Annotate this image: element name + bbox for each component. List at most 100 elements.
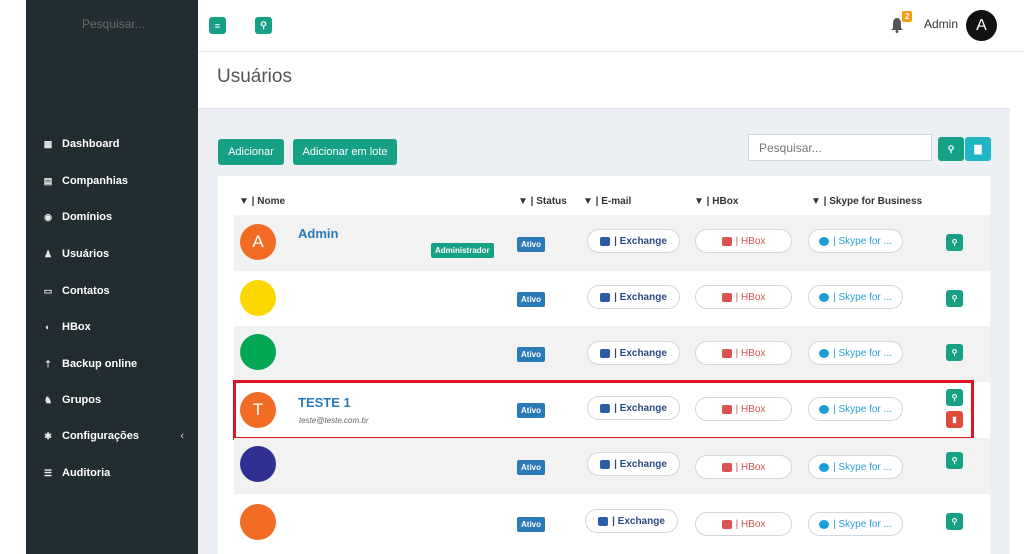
hbox-button[interactable]: | HBox xyxy=(695,512,792,536)
hbox-icon xyxy=(721,236,732,246)
hbox-icon xyxy=(721,292,732,302)
search-input[interactable]: Pesquisar... xyxy=(748,134,932,161)
exchange-icon xyxy=(600,292,611,302)
hbox-button[interactable]: | HBox xyxy=(695,455,792,479)
exchange-icon xyxy=(600,459,611,469)
sidebar-item-dashboard[interactable]: ▦ Dashboard xyxy=(26,132,198,156)
add-button[interactable]: Adicionar xyxy=(218,139,284,165)
skype-label: | Skype for ... xyxy=(833,461,892,473)
skype-label: | Skype for ... xyxy=(833,291,892,303)
upload-icon: ⇡ xyxy=(44,358,52,369)
bulk-add-button[interactable]: Adicionar em lote xyxy=(293,139,397,165)
search-icon: ⚲ xyxy=(951,294,958,303)
search-icon: ⚲ xyxy=(260,20,267,30)
filter-icon: ▼ | xyxy=(583,196,602,207)
user-avatar xyxy=(240,280,276,316)
search-button[interactable]: ⚲ xyxy=(938,137,964,161)
sidebar-item-usuarios[interactable]: ♟ Usuários xyxy=(26,242,198,266)
user-avatar xyxy=(240,504,276,540)
sidebar-item-hbox[interactable]: ◐ HBox xyxy=(26,315,198,339)
sidebar-item-auditoria[interactable]: ☰ Auditoria xyxy=(26,461,198,485)
search-icon: ⚲ xyxy=(951,238,958,247)
user-name-link[interactable]: Admin xyxy=(298,226,338,241)
sidebar-item-backup-online[interactable]: ⇡ Backup online xyxy=(26,352,198,376)
group-icon: ♞ xyxy=(43,394,53,405)
exchange-button[interactable]: | Exchange xyxy=(587,452,680,476)
view-button[interactable]: ⚲ xyxy=(946,513,963,530)
search-icon: ⚲ xyxy=(951,348,958,357)
exchange-label: | Exchange xyxy=(612,515,665,527)
view-button[interactable]: ⚲ xyxy=(946,344,963,361)
sidebar-item-label: Backup online xyxy=(62,358,138,370)
search-icon: ⚲ xyxy=(947,143,955,154)
column-header-skype[interactable]: ▼ | Skype for Business xyxy=(811,196,922,207)
user-icon: ♟ xyxy=(43,248,53,259)
hbox-button[interactable]: | HBox xyxy=(695,229,792,253)
status-badge: Ativo xyxy=(517,347,545,362)
exchange-icon xyxy=(598,516,609,526)
view-button[interactable]: ⚲ xyxy=(946,452,963,469)
sidebar-item-label: Companhias xyxy=(62,175,129,187)
column-header-status[interactable]: ▼ | Status xyxy=(518,196,567,207)
skype-button[interactable]: | Skype for ... xyxy=(808,341,903,365)
sidebar-item-label: Auditoria xyxy=(62,467,111,479)
contact-card-icon: ▭ xyxy=(43,285,53,296)
sidebar-item-label: Domínios xyxy=(62,211,113,223)
sidebar-item-contatos[interactable]: ▭ Contatos xyxy=(26,279,198,303)
building-icon: ▤ xyxy=(43,175,53,186)
sidebar-item-grupos[interactable]: ♞ Grupos xyxy=(26,388,198,412)
page-title: Usuários xyxy=(217,66,292,87)
hbox-label: | HBox xyxy=(735,347,766,359)
hbox-label: | HBox xyxy=(735,291,766,303)
column-header-name[interactable]: ▼ | Nome xyxy=(239,196,285,207)
hbox-icon xyxy=(721,519,732,529)
exchange-label: | Exchange xyxy=(614,291,667,303)
sidebar-item-configuracoes[interactable]: ✱ Configurações ‹ xyxy=(26,424,198,448)
skype-button[interactable]: | Skype for ... xyxy=(808,455,903,479)
skype-label: | Skype for ... xyxy=(833,518,892,530)
top-search-input[interactable]: Pesquisar... xyxy=(82,17,145,31)
user-name[interactable]: Admin xyxy=(924,17,958,31)
hbox-label: | HBox xyxy=(735,461,766,473)
exchange-label: | Exchange xyxy=(614,235,667,247)
status-badge: Ativo xyxy=(517,460,545,475)
sidebar-item-label: Configurações xyxy=(62,430,140,442)
gear-icon: ✱ xyxy=(44,430,52,441)
skype-button[interactable]: | Skype for ... xyxy=(808,512,903,536)
hbox-label: | HBox xyxy=(735,235,766,247)
filter-icon: ▼ | xyxy=(239,196,258,207)
user-avatar xyxy=(240,446,276,482)
selection-highlight xyxy=(233,380,974,440)
exchange-button[interactable]: | Exchange xyxy=(587,285,680,309)
menu-toggle-button[interactable]: ≡ xyxy=(209,17,226,34)
skype-button[interactable]: | Skype for ... xyxy=(808,229,903,253)
sidebar-item-companhias[interactable]: ▤ Companhias xyxy=(26,169,198,193)
hbox-button[interactable]: | HBox xyxy=(695,285,792,309)
filter-icon: ▼ | xyxy=(518,196,537,207)
skype-label: | Skype for ... xyxy=(833,347,892,359)
skype-button[interactable]: | Skype for ... xyxy=(808,285,903,309)
top-search-button[interactable]: ⚲ xyxy=(255,17,272,34)
filter-icon: ▼ | xyxy=(811,196,830,207)
exchange-button[interactable]: | Exchange xyxy=(587,229,680,253)
hbox-button[interactable]: | HBox xyxy=(695,341,792,365)
status-badge: Ativo xyxy=(517,292,545,307)
export-button[interactable]: ▇ xyxy=(965,137,991,161)
exchange-icon xyxy=(600,236,611,246)
status-badge: Ativo xyxy=(517,237,545,252)
view-button[interactable]: ⚲ xyxy=(946,290,963,307)
avatar[interactable]: A xyxy=(966,10,997,41)
hbox-icon xyxy=(721,348,732,358)
sidebar: ▦ Dashboard ▤ Companhias ◉ Domínios ♟ Us… xyxy=(26,0,198,554)
search-icon: ⚲ xyxy=(951,456,958,465)
view-button[interactable]: ⚲ xyxy=(946,234,963,251)
exchange-button[interactable]: | Exchange xyxy=(587,341,680,365)
status-badge: Ativo xyxy=(517,517,545,532)
column-header-hbox[interactable]: ▼ | HBox xyxy=(694,196,738,207)
sidebar-item-label: Grupos xyxy=(62,394,102,406)
sidebar-item-dominios[interactable]: ◉ Domínios xyxy=(26,205,198,229)
column-header-email[interactable]: ▼ | E-mail xyxy=(583,196,631,207)
filter-icon: ▼ | xyxy=(694,196,713,207)
left-margin xyxy=(0,0,26,554)
exchange-button[interactable]: | Exchange xyxy=(585,509,678,533)
